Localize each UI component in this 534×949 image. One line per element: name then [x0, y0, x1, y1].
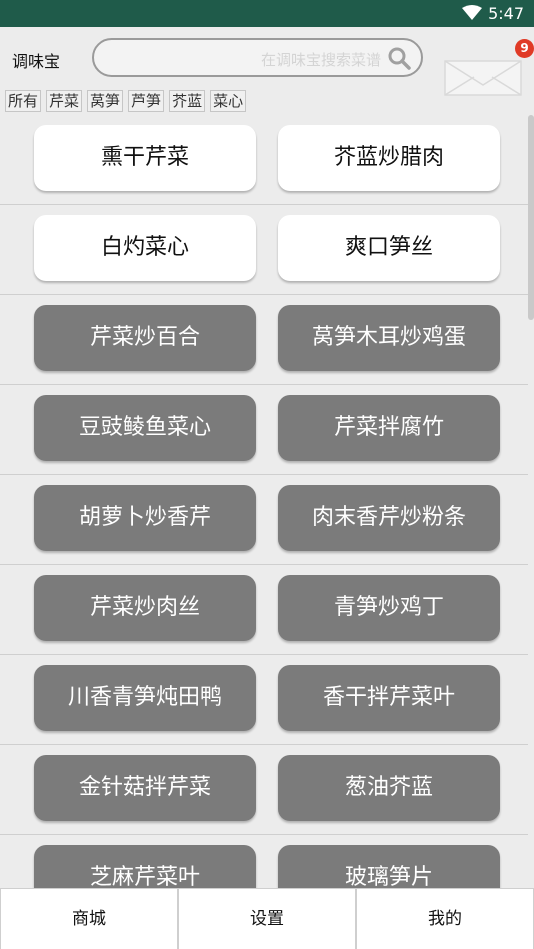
- recipe-row: 豆豉鲮鱼菜心 芹菜拌腐竹: [0, 385, 528, 475]
- chip-lettuce[interactable]: 莴笋: [87, 90, 124, 112]
- chip-celery[interactable]: 芹菜: [46, 90, 83, 112]
- search-placeholder: 在调味宝搜索菜谱: [260, 51, 381, 69]
- recipe-list[interactable]: 熏干芹菜 芥蓝炒腊肉 白灼菜心 爽口笋丝 芹菜炒百合 莴笋木耳炒鸡蛋 豆豉鲮鱼菜…: [0, 115, 534, 888]
- recipe-card[interactable]: 金针菇拌芹菜: [34, 755, 256, 821]
- recipe-card[interactable]: 芹菜炒肉丝: [34, 575, 256, 641]
- recipe-card[interactable]: 熏干芹菜: [34, 125, 256, 191]
- search-icon[interactable]: [387, 46, 411, 70]
- recipe-card[interactable]: 芹菜炒百合: [34, 305, 256, 371]
- nav-mine[interactable]: 我的: [356, 889, 534, 949]
- recipe-row: 芹菜炒百合 莴笋木耳炒鸡蛋: [0, 295, 528, 385]
- nav-shop[interactable]: 商城: [0, 889, 178, 949]
- mail-badge: 9: [515, 39, 534, 58]
- category-chips: 所有 芹菜 莴笋 芦笋 芥蓝 菜心: [5, 90, 247, 112]
- recipe-row: 胡萝卜炒香芹 肉末香芹炒粉条: [0, 475, 528, 565]
- chip-choy-sum[interactable]: 菜心: [210, 90, 247, 112]
- header: 调味宝 在调味宝搜索菜谱 9 所有 芹菜 莴笋 芦笋 芥蓝 菜心: [0, 27, 534, 115]
- recipe-card[interactable]: 爽口笋丝: [278, 215, 500, 281]
- recipe-card[interactable]: 香干拌芹菜叶: [278, 665, 500, 731]
- recipe-card[interactable]: 青笋炒鸡丁: [278, 575, 500, 641]
- app-title: 调味宝: [12, 52, 61, 71]
- search-input[interactable]: 在调味宝搜索菜谱: [92, 38, 423, 77]
- recipe-card[interactable]: 肉末香芹炒粉条: [278, 485, 500, 551]
- recipe-card[interactable]: 葱油芥蓝: [278, 755, 500, 821]
- recipe-row: 熏干芹菜 芥蓝炒腊肉: [0, 115, 528, 205]
- recipe-row: 芝麻芹菜叶 玻璃笋片: [0, 835, 528, 888]
- status-bar: 5:47: [0, 0, 534, 27]
- chip-all[interactable]: 所有: [5, 90, 42, 112]
- recipe-row: 芹菜炒肉丝 青笋炒鸡丁: [0, 565, 528, 655]
- scrollbar[interactable]: [528, 115, 534, 320]
- recipe-card[interactable]: 莴笋木耳炒鸡蛋: [278, 305, 500, 371]
- wifi-icon: [462, 5, 482, 20]
- recipe-row: 川香青笋炖田鸭 香干拌芹菜叶: [0, 655, 528, 745]
- recipe-card[interactable]: 芹菜拌腐竹: [278, 395, 500, 461]
- recipe-card[interactable]: 胡萝卜炒香芹: [34, 485, 256, 551]
- recipe-card[interactable]: 川香青笋炖田鸭: [34, 665, 256, 731]
- recipe-card[interactable]: 芥蓝炒腊肉: [278, 125, 500, 191]
- recipe-card[interactable]: 玻璃笋片: [278, 845, 500, 888]
- envelope-icon[interactable]: [444, 49, 524, 97]
- recipe-card[interactable]: 白灼菜心: [34, 215, 256, 281]
- recipe-row: 白灼菜心 爽口笋丝: [0, 205, 528, 295]
- recipe-card[interactable]: 芝麻芹菜叶: [34, 845, 256, 888]
- bottom-nav: 商城 设置 我的: [0, 888, 534, 949]
- chip-asparagus[interactable]: 芦笋: [128, 90, 165, 112]
- nav-settings[interactable]: 设置: [178, 889, 356, 949]
- recipe-row: 金针菇拌芹菜 葱油芥蓝: [0, 745, 528, 835]
- recipe-card[interactable]: 豆豉鲮鱼菜心: [34, 395, 256, 461]
- chip-kale[interactable]: 芥蓝: [169, 90, 206, 112]
- status-time: 5:47: [488, 4, 524, 23]
